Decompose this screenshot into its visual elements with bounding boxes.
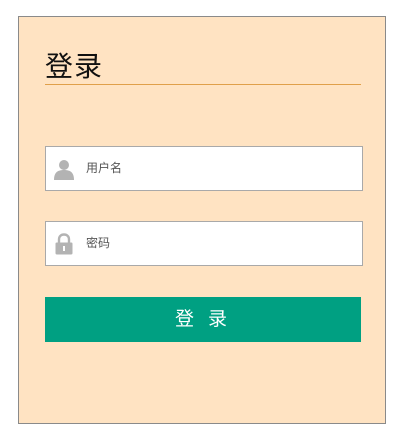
login-button[interactable]: 登 录 — [45, 297, 361, 342]
user-icon — [54, 158, 74, 180]
lock-icon — [54, 233, 74, 255]
password-field[interactable]: 密码 — [45, 221, 363, 266]
username-placeholder: 用户名 — [86, 161, 123, 175]
username-field[interactable]: 用户名 — [45, 146, 363, 191]
title-underline — [45, 84, 361, 85]
password-placeholder: 密码 — [86, 236, 111, 250]
login-panel: 登录 用户名 密码 登 录 — [18, 16, 386, 424]
login-title: 登录 — [45, 50, 104, 83]
